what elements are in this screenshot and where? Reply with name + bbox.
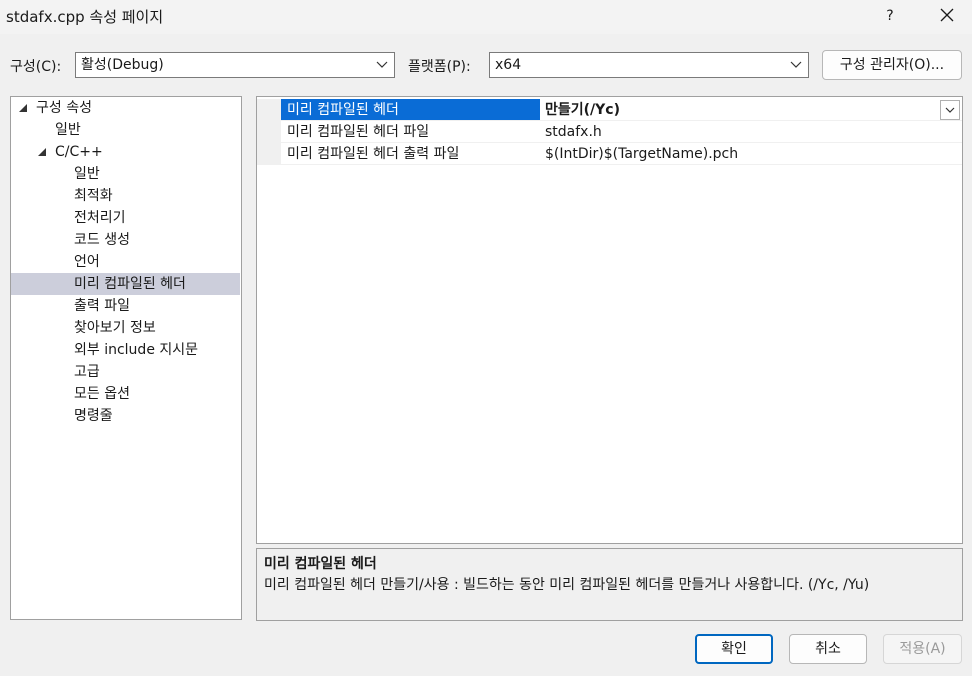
tree-item-label: 구성 속성	[36, 100, 92, 116]
property-row[interactable]: 미리 컴파일된 헤더 만들기(/Yc)	[257, 99, 962, 121]
tree-item-config-properties[interactable]: 구성 속성	[11, 97, 240, 119]
property-value[interactable]: $(IntDir)$(TargetName).pch	[540, 143, 962, 165]
tree-item-label: 코드 생성	[74, 232, 130, 248]
tree-item-command-line[interactable]: 명령줄	[11, 405, 240, 427]
row-gutter	[257, 121, 281, 143]
platform-select-value: x64	[495, 57, 522, 73]
property-value-text: 만들기(/Yc)	[545, 102, 620, 118]
tree-item-label: 외부 include 지시문	[74, 342, 199, 358]
tree-item-code-generation[interactable]: 코드 생성	[11, 229, 240, 251]
tree-item-label: 일반	[74, 166, 100, 182]
apply-button[interactable]: 적용(A)	[883, 634, 962, 664]
property-name[interactable]: 미리 컴파일된 헤더 출력 파일	[281, 143, 540, 165]
tree-item-label: 전처리기	[74, 210, 126, 226]
tree-item-cpp[interactable]: C/C++	[11, 141, 240, 163]
expanded-triangle-icon[interactable]	[37, 141, 49, 163]
value-dropdown-button[interactable]	[940, 100, 960, 120]
description-text: 미리 컴파일된 헤더 만들기/사용 : 빌드하는 동안 미리 컴파일된 헤더를 …	[264, 577, 870, 593]
tree-item-advanced[interactable]: 고급	[11, 361, 240, 383]
description-title: 미리 컴파일된 헤더	[264, 556, 377, 572]
tree-item-general[interactable]: 일반	[11, 119, 240, 141]
chevron-down-icon	[790, 61, 802, 68]
tree-item-browse-information[interactable]: 찾아보기 정보	[11, 317, 240, 339]
close-button[interactable]	[930, 2, 964, 30]
chevron-down-icon	[945, 107, 955, 113]
config-select-value: 활성(Debug)	[81, 57, 164, 73]
property-name[interactable]: 미리 컴파일된 헤더 파일	[281, 121, 540, 143]
tree-item-label: 최적화	[74, 188, 113, 204]
ok-button[interactable]: 확인	[695, 634, 773, 664]
config-label: 구성(C):	[10, 59, 62, 75]
tree-item-output-files[interactable]: 출력 파일	[11, 295, 240, 317]
tree-item-label: 미리 컴파일된 헤더	[74, 276, 186, 292]
help-button[interactable]: ?	[876, 2, 904, 30]
expanded-triangle-icon[interactable]	[18, 97, 30, 119]
tree-item-label: 모든 옵션	[74, 386, 130, 402]
tree-item-precompiled-headers[interactable]: 미리 컴파일된 헤더	[11, 273, 240, 295]
property-name[interactable]: 미리 컴파일된 헤더	[281, 99, 540, 121]
tree-item-label: 언어	[74, 254, 100, 270]
config-manager-button[interactable]: 구성 관리자(O)...	[822, 50, 962, 80]
config-select[interactable]: 활성(Debug)	[75, 52, 395, 78]
property-row[interactable]: 미리 컴파일된 헤더 출력 파일 $(IntDir)$(TargetName).…	[257, 143, 962, 165]
tree-item-preprocessor[interactable]: 전처리기	[11, 207, 240, 229]
property-row[interactable]: 미리 컴파일된 헤더 파일 stdafx.h	[257, 121, 962, 143]
tree-item-external-includes[interactable]: 외부 include 지시문	[11, 339, 240, 361]
row-gutter	[257, 99, 281, 121]
property-tree: 구성 속성 일반 C/C++ 일반 최적화 전처리기 코드 생성 언어 미리 컴…	[10, 96, 242, 620]
description-pane: 미리 컴파일된 헤더 미리 컴파일된 헤더 만들기/사용 : 빌드하는 동안 미…	[256, 548, 963, 621]
chevron-down-icon	[376, 61, 388, 68]
row-gutter	[257, 143, 281, 165]
tree-item-optimization[interactable]: 최적화	[11, 185, 240, 207]
tree-item-all-options[interactable]: 모든 옵션	[11, 383, 240, 405]
property-grid: 미리 컴파일된 헤더 만들기(/Yc) 미리 컴파일된 헤더 파일 stdafx…	[256, 96, 963, 544]
tree-item-language[interactable]: 언어	[11, 251, 240, 273]
tree-item-label: 출력 파일	[74, 298, 130, 314]
property-value[interactable]: stdafx.h	[540, 121, 962, 143]
tree-item-label: 찾아보기 정보	[74, 320, 156, 336]
tree-item-label: 명령줄	[74, 408, 113, 424]
title-bar: stdafx.cpp 속성 페이지 ?	[0, 0, 972, 34]
close-icon	[940, 8, 954, 22]
platform-label: 플랫폼(P):	[408, 59, 471, 75]
property-value[interactable]: 만들기(/Yc)	[540, 99, 962, 121]
tree-item-label: C/C++	[55, 144, 103, 160]
tree-item-cpp-general[interactable]: 일반	[11, 163, 240, 185]
platform-select[interactable]: x64	[489, 52, 809, 78]
tree-item-label: 고급	[74, 364, 100, 380]
window-title: stdafx.cpp 속성 페이지	[6, 8, 164, 26]
tree-item-label: 일반	[55, 122, 81, 138]
cancel-button[interactable]: 취소	[789, 634, 867, 664]
